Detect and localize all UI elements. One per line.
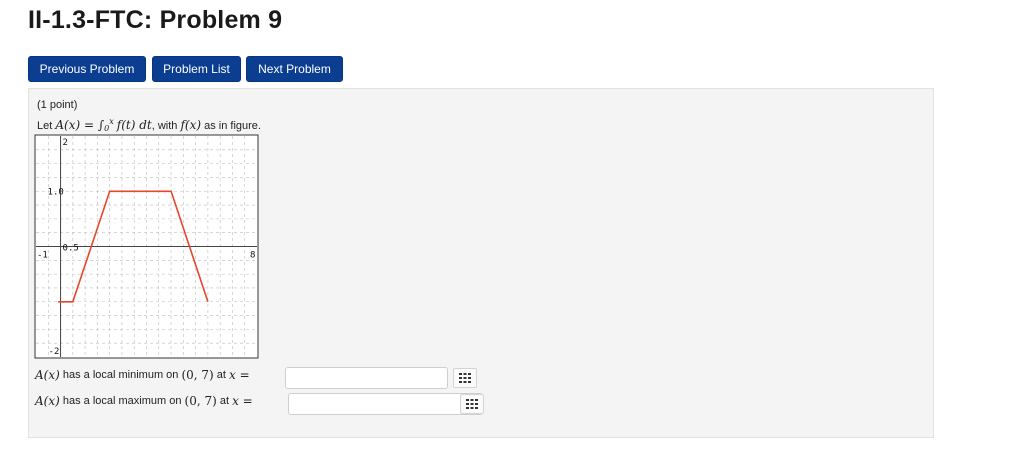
prompt-mid: , with [151,120,181,132]
prompt-definition: A(x) = [55,118,98,132]
q1-var: x = [229,368,250,382]
previous-problem-button[interactable]: Previous Problem [28,56,146,82]
question-local-maximum: A(x) has a local maximum on (0, 7) at x … [35,394,253,408]
q1-interval: (0, 7) [181,368,214,382]
next-problem-button[interactable]: Next Problem [246,56,343,82]
tick-label-y-upper: 1.0 [48,187,64,197]
tick-label-y-bottom: -2 [49,347,60,357]
prompt-suffix: as in figure. [201,120,261,132]
prompt-prefix: Let [37,120,56,132]
q2-at: at [216,395,233,407]
grid-keypad-icon[interactable] [453,368,477,388]
q2-ax: A(x) [35,394,60,408]
grid-keypad-icon[interactable] [460,394,484,414]
q2-var: x = [232,394,253,408]
q1-ax: A(x) [35,368,60,382]
integrand: f(t) dt [116,118,152,132]
local-maximum-answer-input[interactable] [288,393,483,415]
problem-list-button[interactable]: Problem List [152,56,241,82]
local-minimum-answer-input[interactable] [285,367,448,389]
page-title: II-1.3-FTC: Problem 9 [28,6,283,34]
q1-at: at [213,369,230,381]
q2-text: has a local maximum on [59,395,185,407]
q2-interval: (0, 7) [184,394,217,408]
tick-label-x-left: -1 [37,251,48,261]
tick-label-x-right: 8 [250,251,255,261]
problem-panel: (1 point) Let A(x) = ∫0x f(t) dt, with f… [28,88,934,438]
question-local-minimum: A(x) has a local minimum on (0, 7) at x … [35,368,250,382]
function-graph: 2 1.0 0.5 -1 8 -2 [34,134,259,359]
tick-label-y-lower: 0.5 [63,244,79,254]
tick-label-y-top: 2 [63,138,68,148]
q1-text: has a local minimum on [59,369,182,381]
problem-prompt: Let A(x) = ∫0x f(t) dt, with f(x) as in … [37,117,261,133]
prompt-fx: f(x) [180,118,202,132]
problem-points: (1 point) [37,99,78,111]
integral-upper: x [109,117,114,126]
